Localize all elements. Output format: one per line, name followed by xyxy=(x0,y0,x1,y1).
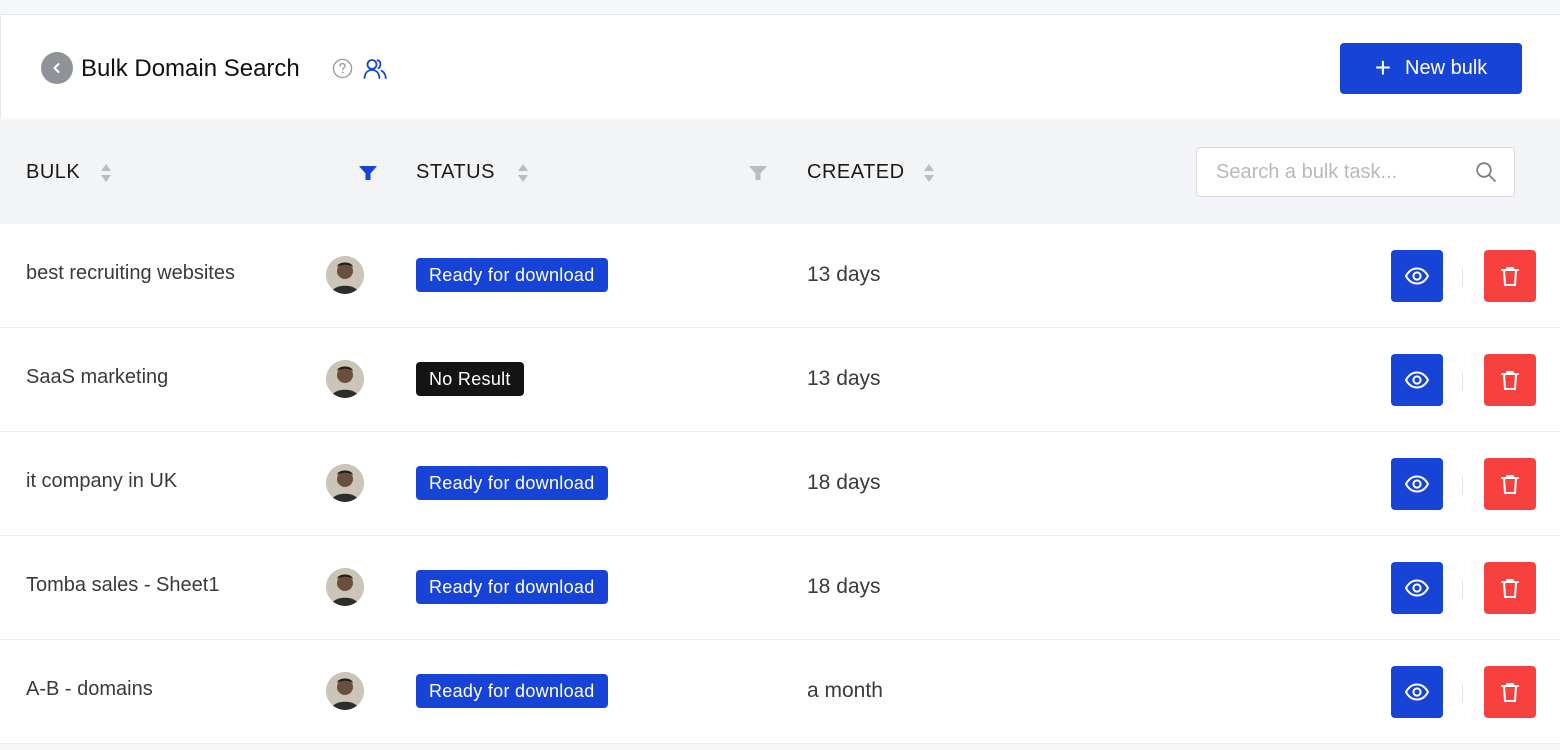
trash-icon xyxy=(1501,267,1519,286)
trash-icon xyxy=(1501,475,1519,494)
table-row: SaaS marketing No Result 13 days xyxy=(0,328,1560,432)
sort-icon-bulk[interactable] xyxy=(100,162,112,184)
column-header-status[interactable]: STATUS xyxy=(416,160,495,184)
trash-icon xyxy=(1501,579,1519,598)
view-button[interactable] xyxy=(1391,562,1443,614)
sort-icon-created[interactable] xyxy=(923,162,935,184)
divider xyxy=(1462,476,1463,494)
view-button[interactable] xyxy=(1391,458,1443,510)
search-box xyxy=(1196,147,1515,197)
users-icon[interactable] xyxy=(362,56,388,82)
page-title: Bulk Domain Search xyxy=(81,55,300,82)
status-badge: Ready for download xyxy=(416,570,608,604)
page-header: Bulk Domain Search + New bulk xyxy=(0,14,1560,118)
status-badge: No Result xyxy=(416,362,524,396)
avatar xyxy=(326,568,364,606)
trash-icon xyxy=(1501,683,1519,702)
avatar xyxy=(326,464,364,502)
column-header-created[interactable]: CREATED xyxy=(807,160,905,184)
created-date: 13 days xyxy=(807,367,881,390)
plus-icon: + xyxy=(1374,51,1392,83)
view-button[interactable] xyxy=(1391,666,1443,718)
status-badge: Ready for download xyxy=(416,258,608,292)
search-input[interactable] xyxy=(1197,148,1457,196)
created-date: 18 days xyxy=(807,575,881,598)
eye-icon xyxy=(1404,683,1430,701)
table-row: best recruiting websites Ready for downl… xyxy=(0,224,1560,328)
column-header-bulk[interactable]: BULK xyxy=(26,160,80,184)
avatar xyxy=(326,360,364,398)
chevron-left-icon xyxy=(53,63,60,73)
table-row: Tomba sales - Sheet1 Ready for download … xyxy=(0,536,1560,640)
delete-button[interactable] xyxy=(1484,354,1536,406)
bulk-name[interactable]: A-B - domains xyxy=(26,676,153,702)
bulk-name[interactable]: best recruiting websites xyxy=(26,260,235,286)
sort-icon-status[interactable] xyxy=(517,162,529,184)
divider xyxy=(1462,684,1463,702)
table-body: best recruiting websites Ready for downl… xyxy=(0,224,1560,744)
new-bulk-label: New bulk xyxy=(1405,57,1488,79)
filter-icon-bulk[interactable] xyxy=(358,163,378,183)
created-date: 18 days xyxy=(807,471,881,494)
status-badge: Ready for download xyxy=(416,466,608,500)
delete-button[interactable] xyxy=(1484,562,1536,614)
eye-icon xyxy=(1404,267,1430,285)
divider xyxy=(1462,268,1463,286)
view-button[interactable] xyxy=(1391,250,1443,302)
delete-button[interactable] xyxy=(1484,666,1536,718)
trash-icon xyxy=(1501,371,1519,390)
eye-icon xyxy=(1404,579,1430,597)
status-badge: Ready for download xyxy=(416,674,608,708)
created-date: 13 days xyxy=(807,263,881,286)
delete-button[interactable] xyxy=(1484,458,1536,510)
back-button[interactable] xyxy=(41,52,73,84)
divider xyxy=(1462,580,1463,598)
table-row: A-B - domains Ready for download a month xyxy=(0,640,1560,744)
eye-icon xyxy=(1404,475,1430,493)
table-row: it company in UK Ready for download 18 d… xyxy=(0,432,1560,536)
new-bulk-button[interactable]: + New bulk xyxy=(1340,43,1522,94)
table-header: BULK STATUS CREATED xyxy=(0,120,1560,224)
bulk-name[interactable]: Tomba sales - Sheet1 xyxy=(26,572,219,598)
search-icon[interactable] xyxy=(1474,160,1498,184)
bulk-name[interactable]: SaaS marketing xyxy=(26,364,168,390)
eye-icon xyxy=(1404,371,1430,389)
avatar xyxy=(326,672,364,710)
created-date: a month xyxy=(807,679,883,702)
page: Bulk Domain Search + New bulk BULK STATU… xyxy=(0,0,1560,750)
delete-button[interactable] xyxy=(1484,250,1536,302)
avatar xyxy=(326,256,364,294)
bulk-name[interactable]: it company in UK xyxy=(26,468,177,494)
divider xyxy=(1462,372,1463,390)
help-icon[interactable] xyxy=(332,58,353,79)
filter-icon-status[interactable] xyxy=(748,163,768,183)
view-button[interactable] xyxy=(1391,354,1443,406)
